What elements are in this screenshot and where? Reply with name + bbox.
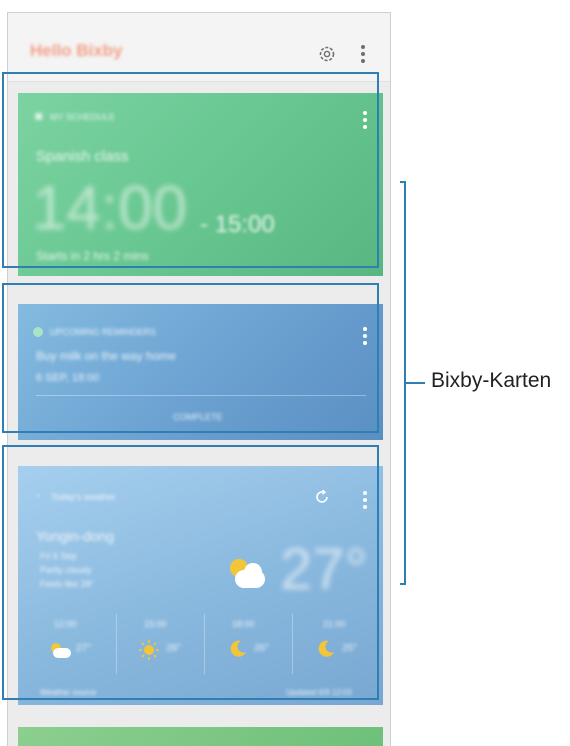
- card-highlight-frame: [2, 283, 379, 433]
- next-card[interactable]: [18, 727, 383, 746]
- app-title: Hello Bixby: [30, 41, 123, 60]
- gear-icon[interactable]: [317, 44, 337, 64]
- more-vertical-icon[interactable]: [360, 45, 366, 63]
- callout-leader-line: [406, 382, 425, 384]
- card-highlight-frame: [2, 445, 379, 700]
- card-highlight-frame: [2, 72, 379, 268]
- callout-label: Bixby-Karten: [431, 369, 552, 392]
